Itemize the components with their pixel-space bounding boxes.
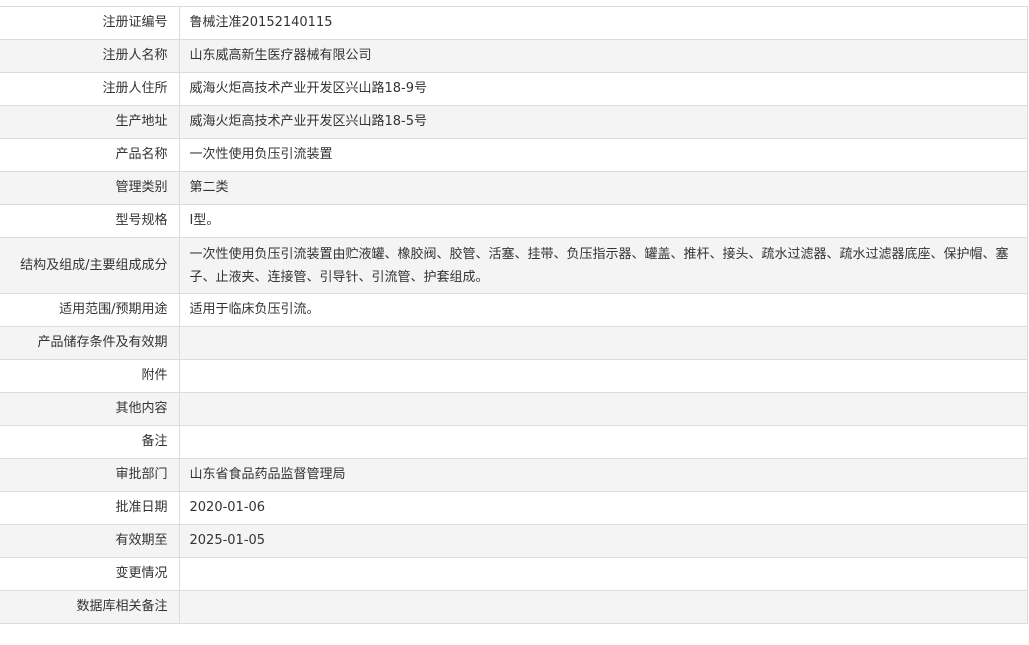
field-value	[179, 590, 1028, 624]
row-product-name: 产品名称 一次性使用负压引流装置	[0, 138, 1028, 172]
field-value: Ⅰ型。	[179, 204, 1028, 238]
row-other-content: 其他内容	[0, 392, 1028, 426]
field-value: 威海火炬高技术产业开发区兴山路18-9号	[179, 72, 1028, 106]
field-label: 产品名称	[0, 138, 180, 172]
row-valid-until: 有效期至 2025-01-05	[0, 524, 1028, 558]
field-label: 其他内容	[0, 392, 180, 426]
row-intended-use: 适用范围/预期用途 适用于临床负压引流。	[0, 293, 1028, 327]
field-value	[179, 392, 1028, 426]
field-label: 结构及组成/主要组成成分	[0, 237, 180, 294]
field-label: 适用范围/预期用途	[0, 293, 180, 327]
field-label: 生产地址	[0, 105, 180, 139]
field-label: 注册人住所	[0, 72, 180, 106]
field-value: 一次性使用负压引流装置	[179, 138, 1028, 172]
field-label: 附件	[0, 359, 180, 393]
row-production-address: 生产地址 威海火炬高技术产业开发区兴山路18-5号	[0, 105, 1028, 139]
field-label: 产品储存条件及有效期	[0, 326, 180, 360]
row-model-spec: 型号规格 Ⅰ型。	[0, 204, 1028, 238]
field-label: 型号规格	[0, 204, 180, 238]
field-label: 有效期至	[0, 524, 180, 558]
field-value: 威海火炬高技术产业开发区兴山路18-5号	[179, 105, 1028, 139]
field-value	[179, 359, 1028, 393]
row-registration-number: 注册证编号 鲁械注准20152140115	[0, 6, 1028, 40]
field-value	[179, 326, 1028, 360]
field-label: 数据库相关备注	[0, 590, 180, 624]
field-value	[179, 557, 1028, 591]
row-approval-date: 批准日期 2020-01-06	[0, 491, 1028, 525]
field-value: 2020-01-06	[179, 491, 1028, 525]
field-label: 注册人名称	[0, 39, 180, 73]
row-registrant-name: 注册人名称 山东威高新生医疗器械有限公司	[0, 39, 1028, 73]
row-registrant-address: 注册人住所 威海火炬高技术产业开发区兴山路18-9号	[0, 72, 1028, 106]
row-database-remarks: 数据库相关备注	[0, 590, 1028, 624]
field-value	[179, 425, 1028, 459]
row-storage-validity: 产品储存条件及有效期	[0, 326, 1028, 360]
row-approval-department: 审批部门 山东省食品药品监督管理局	[0, 458, 1028, 492]
field-value: 一次性使用负压引流装置由贮液罐、橡胶阀、胶管、活塞、挂带、负压指示器、罐盖、推杆…	[179, 237, 1028, 294]
field-value: 山东威高新生医疗器械有限公司	[179, 39, 1028, 73]
registration-record-table: 注册证编号 鲁械注准20152140115 注册人名称 山东威高新生医疗器械有限…	[0, 6, 1028, 624]
field-value: 2025-01-05	[179, 524, 1028, 558]
field-label: 审批部门	[0, 458, 180, 492]
field-label: 变更情况	[0, 557, 180, 591]
field-label: 管理类别	[0, 171, 180, 205]
row-change-history: 变更情况	[0, 557, 1028, 591]
field-label: 注册证编号	[0, 6, 180, 40]
field-label: 批准日期	[0, 491, 180, 525]
row-remarks: 备注	[0, 425, 1028, 459]
field-value: 适用于临床负压引流。	[179, 293, 1028, 327]
field-value: 山东省食品药品监督管理局	[179, 458, 1028, 492]
field-value: 第二类	[179, 171, 1028, 205]
row-management-class: 管理类别 第二类	[0, 171, 1028, 205]
row-attachments: 附件	[0, 359, 1028, 393]
row-structure-composition: 结构及组成/主要组成成分 一次性使用负压引流装置由贮液罐、橡胶阀、胶管、活塞、挂…	[0, 237, 1028, 294]
field-value: 鲁械注准20152140115	[179, 6, 1028, 40]
field-label: 备注	[0, 425, 180, 459]
